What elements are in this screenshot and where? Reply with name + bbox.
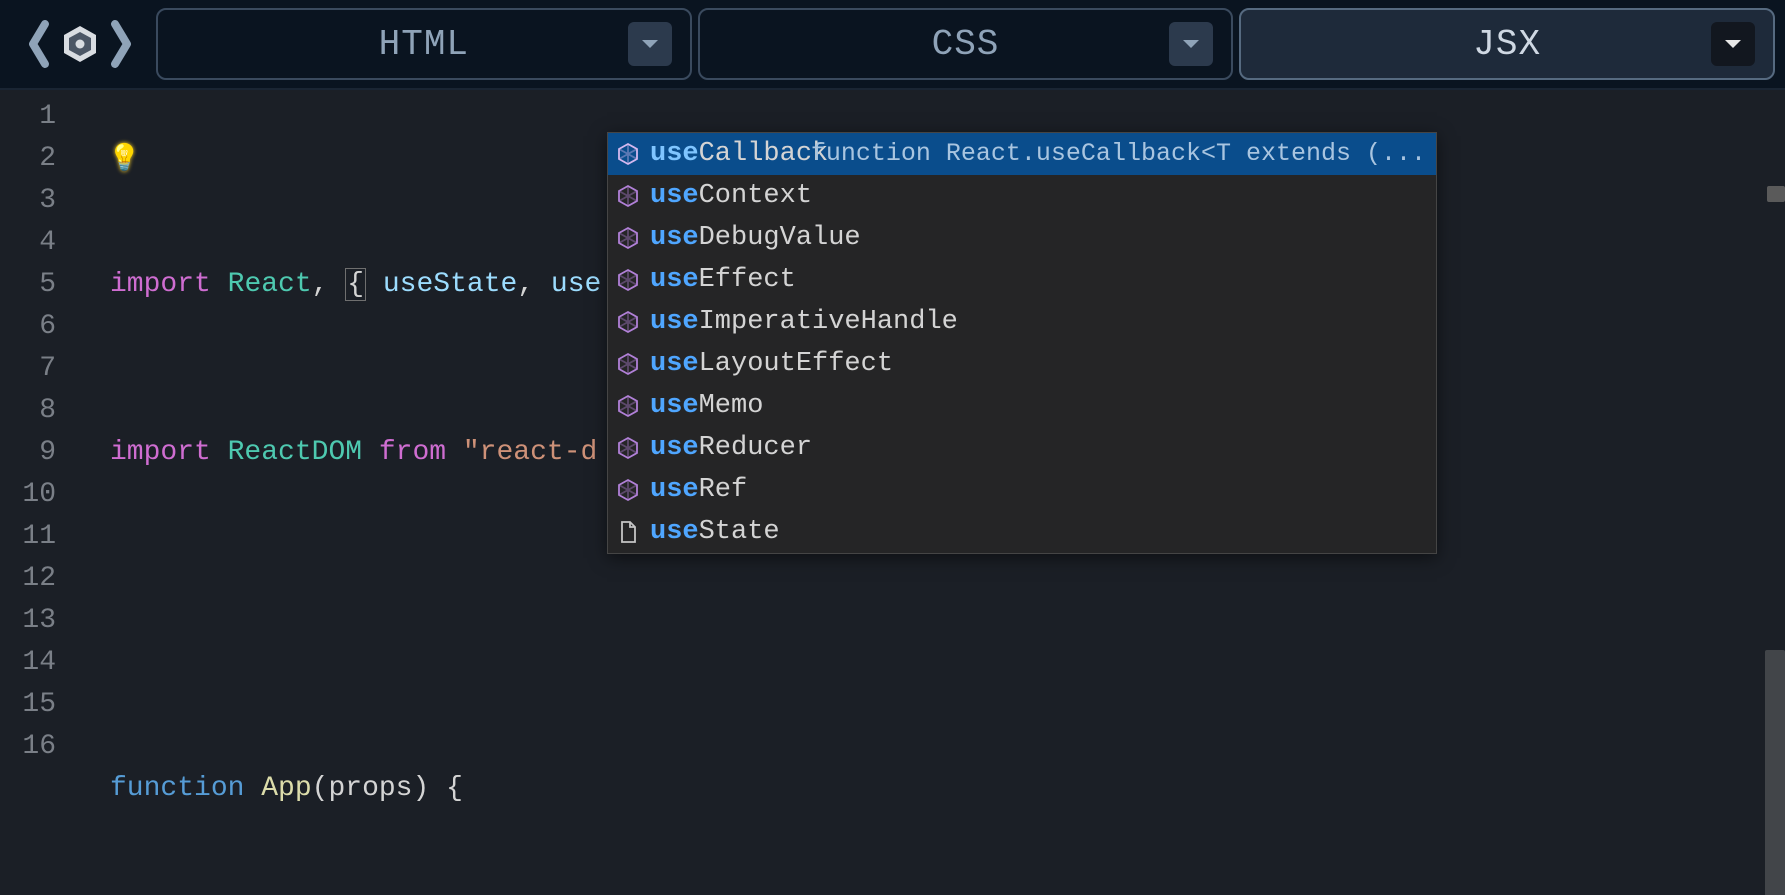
tab-css[interactable]: CSS [698, 8, 1234, 80]
line-number: 2 [0, 138, 80, 180]
line-gutter: 12345678910111213141516 [0, 90, 80, 895]
code-line-4[interactable]: function App(props) { [80, 768, 1785, 810]
file-icon [616, 520, 640, 544]
lightbulb-icon[interactable]: 💡 [108, 138, 140, 180]
autocomplete-detail: function React.useCallback<T extends (..… [811, 133, 1426, 175]
line-number: 11 [0, 516, 80, 558]
line-number: 16 [0, 726, 80, 768]
app-logo [10, 14, 150, 74]
scrollbar-marker[interactable] [1767, 186, 1785, 202]
code-area[interactable]: 💡 import React, { useState, use } from "… [80, 90, 1785, 895]
autocomplete-label: useLayoutEffect [650, 343, 893, 385]
method-icon [616, 310, 640, 334]
autocomplete-item[interactable]: useCallbackfunction React.useCallback<T … [608, 133, 1436, 175]
tab-label: CSS [932, 24, 1000, 65]
scrollbar-thumb[interactable] [1765, 650, 1785, 895]
tab-jsx[interactable]: JSX [1239, 8, 1775, 80]
autocomplete-label: useReducer [650, 427, 812, 469]
line-number: 6 [0, 306, 80, 348]
autocomplete-label: useImperativeHandle [650, 301, 958, 343]
method-icon [616, 142, 640, 166]
autocomplete-item[interactable]: useState [608, 511, 1436, 553]
autocomplete-item[interactable]: useDebugValue [608, 217, 1436, 259]
autocomplete-popup[interactable]: useCallbackfunction React.useCallback<T … [607, 132, 1437, 554]
method-icon [616, 352, 640, 376]
line-number: 12 [0, 558, 80, 600]
autocomplete-item[interactable]: useRef [608, 469, 1436, 511]
line-number: 15 [0, 684, 80, 726]
method-icon [616, 436, 640, 460]
line-number: 1 [0, 96, 80, 138]
autocomplete-label: useDebugValue [650, 217, 861, 259]
autocomplete-label: useContext [650, 175, 812, 217]
autocomplete-item[interactable]: useMemo [608, 385, 1436, 427]
autocomplete-item[interactable]: useReducer [608, 427, 1436, 469]
line-number: 9 [0, 432, 80, 474]
autocomplete-label: useEffect [650, 259, 796, 301]
method-icon [616, 394, 640, 418]
autocomplete-item[interactable]: useLayoutEffect [608, 343, 1436, 385]
method-icon [616, 478, 640, 502]
tab-dropdown-button[interactable] [1169, 22, 1213, 66]
chevron-down-icon [1181, 37, 1201, 51]
tab-dropdown-button[interactable] [1711, 22, 1755, 66]
method-icon [616, 184, 640, 208]
tab-label: HTML [379, 24, 469, 65]
autocomplete-label: useMemo [650, 385, 763, 427]
top-bar: HTML CSS JSX [0, 0, 1785, 90]
code-editor[interactable]: 12345678910111213141516 💡 import React, … [0, 90, 1785, 895]
method-icon [616, 268, 640, 292]
line-number: 10 [0, 474, 80, 516]
line-number: 14 [0, 642, 80, 684]
line-number: 4 [0, 222, 80, 264]
autocomplete-label: useRef [650, 469, 747, 511]
tab-label: JSX [1473, 24, 1541, 65]
line-number: 3 [0, 180, 80, 222]
tab-dropdown-button[interactable] [628, 22, 672, 66]
line-number: 13 [0, 600, 80, 642]
tab-html[interactable]: HTML [156, 8, 692, 80]
autocomplete-item[interactable]: useImperativeHandle [608, 301, 1436, 343]
chevron-down-icon [640, 37, 660, 51]
autocomplete-label: useState [650, 511, 780, 553]
line-number: 7 [0, 348, 80, 390]
chevron-down-icon [1723, 37, 1743, 51]
line-number: 8 [0, 390, 80, 432]
autocomplete-item[interactable]: useContext [608, 175, 1436, 217]
autocomplete-item[interactable]: useEffect [608, 259, 1436, 301]
method-icon [616, 226, 640, 250]
line-number: 5 [0, 264, 80, 306]
code-line-3[interactable] [80, 600, 1785, 642]
autocomplete-label: useCallback [650, 133, 828, 175]
codesandbox-logo-icon [25, 14, 135, 74]
